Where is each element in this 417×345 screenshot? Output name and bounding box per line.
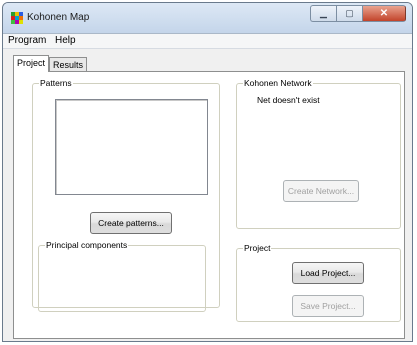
tab-page-project: Patterns Create patterns... Principal co…: [13, 71, 405, 339]
network-status-text: Net doesn't exist: [257, 95, 320, 105]
project-group-label: Project: [243, 243, 272, 253]
principal-components-label: Principal components: [45, 240, 129, 250]
title-bar[interactable]: Kohonen Map ▁ ▢ ✕: [3, 3, 412, 34]
tab-project[interactable]: Project: [13, 55, 50, 72]
client-area: Project Results Patterns Create patterns…: [3, 49, 412, 341]
tab-results[interactable]: Results: [49, 57, 88, 72]
load-project-button[interactable]: Load Project...: [292, 262, 364, 284]
app-icon: [11, 12, 23, 24]
app-window: Kohonen Map ▁ ▢ ✕ Program Help Project R…: [2, 2, 413, 342]
app-icon-cell: [19, 20, 23, 24]
caption-buttons: ▁ ▢ ✕: [310, 5, 406, 22]
kohonen-network-label: Kohonen Network: [243, 78, 313, 88]
close-button[interactable]: ✕: [362, 5, 406, 22]
menu-program[interactable]: Program: [8, 35, 46, 46]
create-network-button[interactable]: Create Network...: [283, 180, 359, 202]
patterns-listbox[interactable]: [55, 99, 208, 195]
create-patterns-button[interactable]: Create patterns...: [90, 212, 172, 234]
maximize-button[interactable]: ▢: [336, 5, 362, 22]
save-project-button[interactable]: Save Project...: [292, 295, 364, 317]
project-group: Project Load Project... Save Project...: [236, 243, 401, 322]
window-title: Kohonen Map: [27, 12, 90, 23]
menu-bar: Program Help: [3, 34, 412, 49]
principal-components-group: Principal components: [38, 240, 206, 312]
patterns-group-label: Patterns: [39, 78, 73, 88]
menu-help[interactable]: Help: [55, 35, 76, 46]
minimize-button[interactable]: ▁: [310, 5, 336, 22]
kohonen-network-group: Kohonen Network Net doesn't exist Create…: [236, 78, 401, 229]
patterns-group: Patterns Create patterns... Principal co…: [32, 78, 220, 312]
